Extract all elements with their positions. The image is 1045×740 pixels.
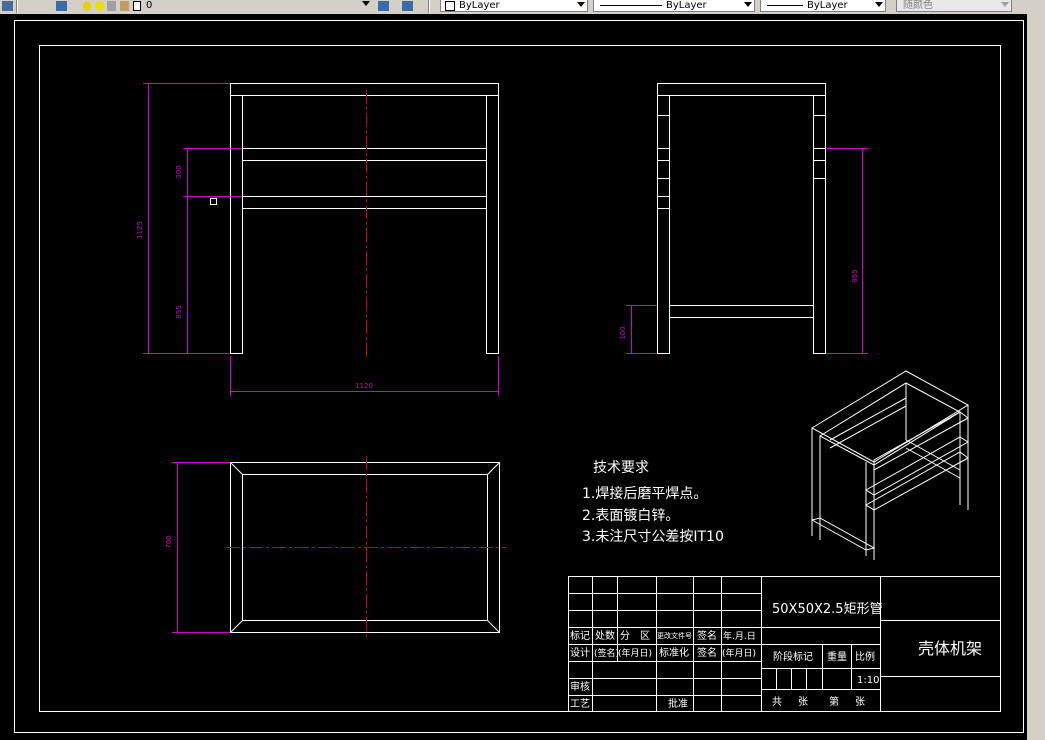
note-item: 2.表面镀白锌。 — [582, 507, 679, 524]
plotstyle-label: 随颜色 — [903, 0, 933, 11]
color-swatch-icon — [445, 1, 455, 11]
toolbar-separator — [428, 0, 430, 13]
layer-previous-icon[interactable] — [402, 1, 413, 11]
tb-label: 处数 — [595, 629, 615, 642]
tb-label: 签名 — [697, 646, 717, 659]
tb-label: 张 — [855, 696, 865, 708]
tb-label: (年月日) — [618, 647, 652, 659]
tb-label: 张 — [798, 696, 808, 708]
notes-title: 技术要求 — [593, 460, 649, 476]
tb-label: (年月日) — [722, 647, 756, 659]
tb-label: 标记 — [570, 630, 590, 642]
tb-label: 重量 — [827, 650, 847, 663]
tb-label: 共 — [772, 696, 782, 708]
chevron-down-icon — [875, 2, 883, 7]
layer-dropdown[interactable] — [140, 0, 372, 12]
drawing-canvas[interactable]: 1125 300 855 1120 100 855 700 技术要求 1.焊接后… — [0, 14, 1027, 740]
make-current-icon[interactable] — [378, 1, 389, 11]
vertical-scrollbar[interactable] — [1027, 14, 1045, 740]
lineweight-dropdown[interactable]: ByLayer — [760, 0, 886, 12]
bulb-icon[interactable] — [83, 1, 91, 11]
chevron-down-icon — [577, 2, 585, 7]
dim-top-depth: 700 — [165, 535, 173, 548]
note-item: 1.焊接后磨平焊点。 — [582, 485, 707, 502]
tb-label: 阶段标记 — [773, 650, 813, 663]
tb-label: 第 — [829, 695, 839, 708]
linetype-dropdown[interactable]: ByLayer — [593, 0, 755, 12]
tb-label: 分 区 — [620, 630, 650, 642]
layer-states-icon[interactable] — [56, 1, 67, 11]
sun-icon[interactable] — [95, 1, 104, 11]
tb-scale-value: 1:10 — [857, 675, 879, 686]
lock-icon[interactable] — [107, 1, 116, 11]
tb-part-name: 壳体机架 — [918, 639, 982, 658]
note-item: 3.未注尺寸公差按IT10 — [582, 529, 724, 545]
dim-side-lower: 100 — [619, 326, 627, 339]
tb-label: 审核 — [570, 680, 590, 693]
dim-front-lower: 855 — [175, 305, 183, 318]
tb-label: 批准 — [668, 697, 688, 710]
tb-label: 年.月.日 — [723, 630, 756, 642]
dim-front-height: 1125 — [136, 221, 144, 239]
linetype-label: ByLayer — [666, 0, 707, 11]
tb-label: (签名) — [594, 647, 619, 659]
tb-label: 签名 — [697, 629, 717, 642]
chevron-down-icon — [1001, 2, 1009, 7]
dim-front-width: 1120 — [355, 382, 373, 390]
tb-label: 标准化 — [659, 646, 689, 659]
tb-material: 50X50X2.5矩形管 — [772, 602, 883, 617]
chevron-down-icon — [362, 1, 370, 6]
linetype-sample — [600, 5, 662, 6]
toolbar-separator — [16, 0, 18, 13]
tb-label: 比例 — [855, 650, 875, 663]
properties-toolbar: 0 ByLayer ByLayer ByLayer 随颜色 — [0, 0, 1045, 15]
color-dropdown[interactable]: ByLayer — [440, 0, 588, 12]
layer-manager-icon[interactable] — [2, 1, 13, 11]
tb-label: 设计 — [570, 646, 590, 659]
tb-label: 更改文件号 — [657, 631, 692, 640]
color-label: ByLayer — [459, 0, 500, 11]
canvas-background — [0, 14, 1027, 740]
tb-label: 工艺 — [570, 698, 590, 710]
dim-front-upper: 300 — [175, 165, 183, 178]
lineweight-label: ByLayer — [807, 0, 848, 11]
chevron-down-icon — [744, 2, 752, 7]
layer-color-icon[interactable] — [120, 1, 129, 11]
plotstyle-dropdown[interactable]: 随颜色 — [896, 0, 1012, 12]
dim-side-right: 855 — [851, 269, 859, 282]
lineweight-sample — [767, 5, 803, 6]
